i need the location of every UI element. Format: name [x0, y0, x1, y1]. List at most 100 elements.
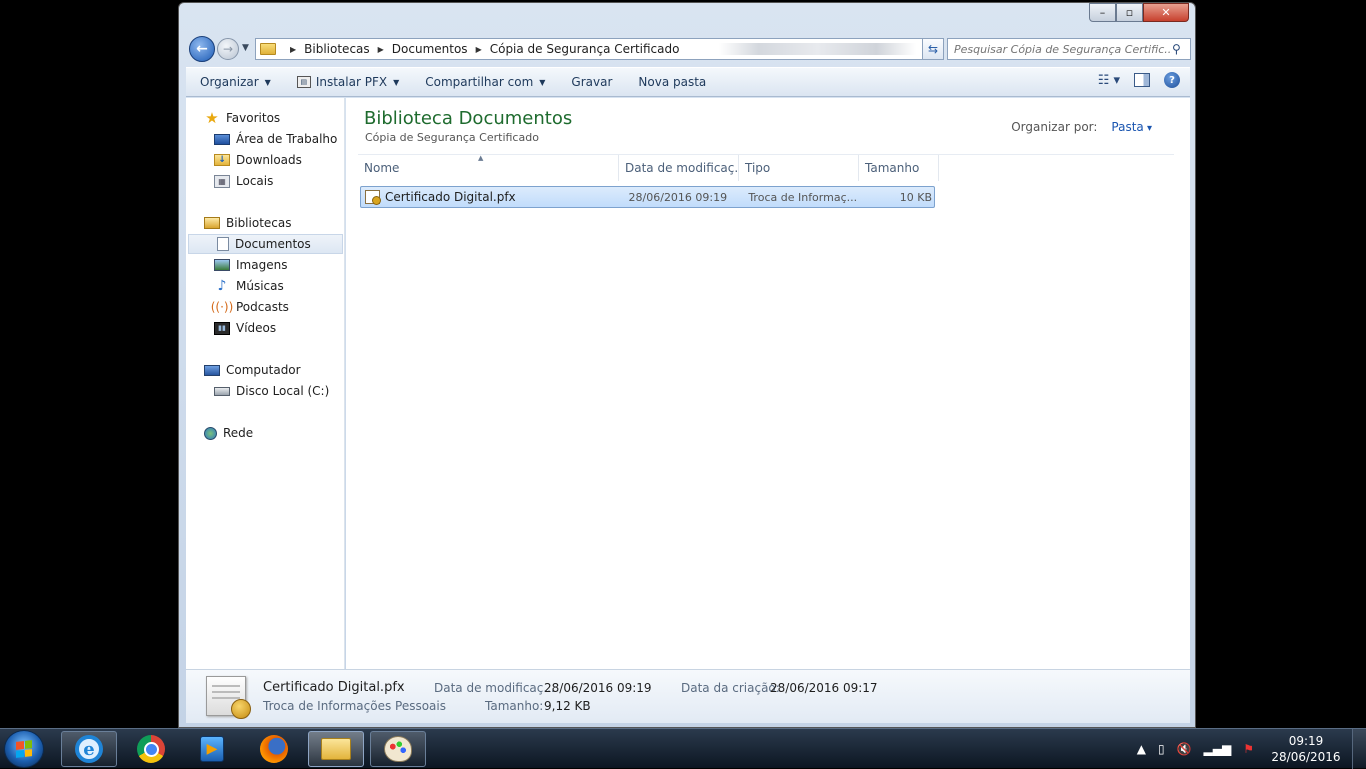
libraries-icon — [204, 217, 220, 229]
back-button[interactable]: ← — [189, 36, 215, 62]
share-label: Compartilhar com — [425, 75, 534, 89]
arrange-by: Organizar por: Pasta — [1011, 120, 1152, 134]
taskbar-windows-explorer[interactable] — [308, 731, 364, 767]
details-size-label: Tamanho: — [485, 699, 544, 713]
arrange-by-dropdown[interactable]: Pasta — [1111, 120, 1152, 134]
chevron-right-icon[interactable]: ▶ — [476, 45, 482, 54]
arrow-left-icon: ← — [196, 41, 208, 57]
address-bar[interactable]: ▶ Bibliotecas ▶ Documentos ▶ Cópia de Se… — [255, 38, 941, 60]
certificate-icon: ▤ — [296, 76, 311, 88]
power-icon[interactable]: ▯ — [1158, 742, 1165, 756]
chevron-right-icon[interactable]: ▶ — [378, 45, 384, 54]
refresh-button[interactable]: ⇆ — [922, 38, 944, 60]
nav-videos-label: Vídeos — [236, 321, 277, 335]
folder-icon — [260, 43, 276, 55]
chevron-down-icon: ▼ — [264, 77, 271, 87]
file-size: 10 KB — [899, 190, 932, 204]
install-pfx-label: Instalar PFX — [315, 75, 388, 89]
arrange-by-label: Organizar por: — [1011, 120, 1098, 134]
nav-music-label: Músicas — [236, 279, 284, 293]
chevron-down-icon: ▼ — [539, 77, 546, 87]
close-button[interactable]: ✕ — [1143, 3, 1189, 22]
column-header-type[interactable]: Tipo — [739, 155, 859, 181]
nav-desktop-label: Área de Trabalho — [236, 132, 338, 146]
desktop-icon — [214, 133, 230, 145]
nav-local-disk-label: Disco Local (C:) — [236, 384, 330, 398]
new-folder-button[interactable]: Nova pasta — [624, 68, 718, 96]
recent-pages-button[interactable]: ▼ — [242, 43, 249, 53]
nav-libraries[interactable]: Bibliotecas — [204, 213, 291, 233]
chevron-down-icon: ▼ — [393, 77, 400, 87]
nav-downloads[interactable]: ↓ Downloads — [214, 150, 302, 170]
media-player-icon: ▶ — [200, 736, 224, 762]
taskbar-firefox[interactable] — [246, 731, 302, 767]
column-header-size[interactable]: Tamanho — [859, 155, 939, 181]
file-name: Certificado Digital.pfx — [384, 190, 516, 204]
view-controls: ☷ ▾ ? — [1098, 72, 1180, 88]
command-bar: Organizar ▼ ▤ Instalar PFX ▼ Compartilhar … — [186, 67, 1190, 97]
nav-videos[interactable]: ▮▮ Vídeos — [214, 318, 276, 338]
chrome-icon — [137, 735, 165, 763]
certificate-large-icon — [206, 676, 251, 719]
details-size-value: 9,12 KB — [544, 699, 591, 713]
burn-button[interactable]: Gravar — [557, 68, 624, 96]
network-signal-icon[interactable]: ▂▄▆ — [1204, 742, 1232, 756]
computer-icon — [204, 364, 220, 376]
maximize-button[interactable]: ▫ — [1116, 3, 1143, 22]
nav-recent-places[interactable]: ▦ Locais — [214, 171, 273, 191]
library-title: Biblioteca Documentos — [364, 108, 573, 129]
start-button[interactable] — [4, 730, 44, 768]
show-hidden-icons-icon[interactable]: ▲ — [1137, 742, 1146, 756]
volume-muted-icon[interactable]: 🔇 — [1177, 742, 1192, 756]
column-header-date[interactable]: Data de modificaç... — [619, 155, 739, 181]
help-icon[interactable]: ? — [1164, 72, 1180, 88]
action-center-icon[interactable]: ⚑ — [1243, 742, 1254, 756]
recent-places-icon: ▦ — [214, 174, 230, 188]
details-created-label: Data da criação: — [681, 681, 780, 695]
breadcrumb-current-folder[interactable]: Cópia de Segurança Certificado — [490, 42, 680, 56]
nav-favorites-label: Favoritos — [226, 111, 281, 125]
column-header-name[interactable]: ▲ Nome — [358, 155, 619, 181]
show-desktop-button[interactable] — [1352, 729, 1366, 769]
nav-music[interactable]: ♪ Músicas — [214, 276, 284, 296]
blurred-region — [719, 43, 916, 55]
music-note-icon: ♪ — [217, 278, 227, 294]
column-name-label: Nome — [364, 161, 400, 175]
nav-desktop[interactable]: Área de Trabalho — [214, 129, 337, 149]
taskbar-internet-explorer[interactable]: e — [61, 731, 117, 767]
nav-network[interactable]: Rede — [204, 423, 253, 443]
minimize-button[interactable]: – — [1089, 3, 1116, 22]
breadcrumb-bibliotecas[interactable]: Bibliotecas — [304, 42, 369, 56]
details-modified-value: 28/06/2016 09:19 — [544, 681, 652, 695]
nav-downloads-label: Downloads — [236, 153, 302, 167]
nav-favorites[interactable]: ★ Favoritos — [204, 108, 280, 128]
views-icon[interactable]: ☷ ▾ — [1098, 73, 1120, 88]
search-icon[interactable]: ⚲ — [1172, 42, 1190, 56]
share-button[interactable]: Compartilhar com ▼ — [411, 68, 557, 96]
nav-documents[interactable]: Documentos — [188, 234, 343, 254]
nav-images[interactable]: Imagens — [214, 255, 287, 275]
forward-button[interactable]: → — [217, 38, 239, 60]
clock-time: 09:19 — [1288, 734, 1324, 748]
library-subtitle: Cópia de Segurança Certificado — [365, 131, 539, 144]
taskbar-paint[interactable] — [370, 731, 426, 767]
search-input[interactable] — [954, 42, 1172, 56]
nav-images-label: Imagens — [236, 258, 288, 272]
install-pfx-button[interactable]: ▤ Instalar PFX ▼ — [283, 68, 411, 96]
nav-podcasts[interactable]: ((·)) Podcasts — [211, 297, 289, 317]
taskbar-chrome[interactable] — [123, 731, 179, 767]
preview-pane-icon[interactable] — [1134, 73, 1150, 87]
breadcrumb-documentos[interactable]: Documentos — [392, 42, 468, 56]
search-box[interactable]: ⚲ — [947, 38, 1191, 60]
nav-local-disk[interactable]: Disco Local (C:) — [214, 381, 329, 401]
nav-recent-label: Locais — [236, 174, 274, 188]
sort-ascending-icon: ▲ — [478, 155, 484, 162]
clock-date: 28/06/2016 — [1271, 750, 1341, 764]
clock[interactable]: 09:19 28/06/2016 — [1260, 733, 1352, 765]
file-row[interactable]: Certificado Digital.pfx 28/06/2016 09:19… — [360, 186, 935, 208]
refresh-icon: ⇆ — [927, 42, 939, 56]
organize-button[interactable]: Organizar ▼ — [186, 68, 283, 96]
taskbar-media-player[interactable]: ▶ — [184, 731, 240, 767]
nav-computer[interactable]: Computador — [204, 360, 301, 380]
windows-logo-icon — [16, 740, 32, 758]
